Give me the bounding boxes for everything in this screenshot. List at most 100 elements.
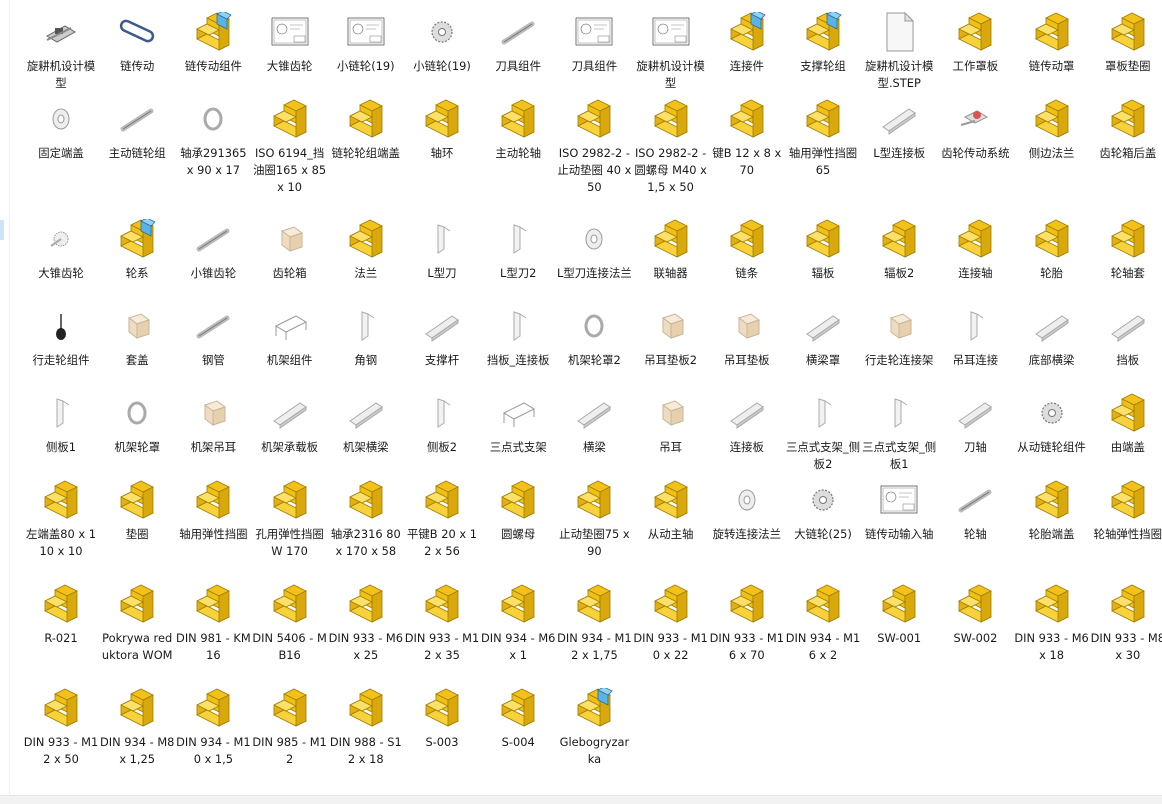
file-label: DIN 933 - M6 x 25 <box>328 631 404 662</box>
part-icon <box>422 480 462 520</box>
part-icon <box>879 219 919 259</box>
part-icon <box>1108 99 1148 139</box>
file-label: 孔用弹性挡圈W 170 <box>255 527 324 558</box>
file-label: 刀轴 <box>963 440 987 454</box>
file-label: 从动主轴 <box>647 527 694 541</box>
disc-thumbnail-icon <box>727 480 767 520</box>
file-label: 三点式支架_侧板2 <box>785 440 861 471</box>
plate-thumbnail-icon <box>727 393 767 433</box>
part-icon <box>651 480 691 520</box>
part-icon <box>651 219 691 259</box>
file-label: R-021 <box>44 631 78 645</box>
file-label: L型刀 <box>427 266 457 280</box>
file-icon <box>879 12 919 52</box>
part-icon <box>498 584 538 624</box>
file-label: 挡板 <box>1116 353 1140 367</box>
part-icon <box>117 584 157 624</box>
part-icon <box>193 480 233 520</box>
file-label: Pokrywa reduktora WOM <box>101 631 173 662</box>
disc-thumbnail-icon <box>574 219 614 259</box>
file-label: 轴承291365 x 90 x 17 <box>180 146 247 177</box>
file-label: 侧板2 <box>426 440 458 454</box>
file-label: 侧边法兰 <box>1028 146 1075 160</box>
file-label: 小锥齿轮 <box>190 266 237 280</box>
file-label: L型刀连接法兰 <box>557 266 632 280</box>
part-icon <box>422 688 462 728</box>
part-icon <box>651 584 691 624</box>
file-label: Glebogryzarka <box>559 735 630 766</box>
part-icon <box>422 99 462 139</box>
shaft-thumbnail-icon <box>117 99 157 139</box>
file-label: 角钢 <box>354 353 378 367</box>
file-label: 止动垫圈75 x 90 <box>559 527 630 558</box>
plate-thumbnail-icon <box>574 393 614 433</box>
part-icon <box>346 99 386 139</box>
blade-thumbnail-icon <box>346 306 386 346</box>
sprocket-thumbnail-icon <box>803 480 843 520</box>
gearbox-thumbnail-icon <box>955 99 995 139</box>
plate-thumbnail-icon <box>879 99 919 139</box>
plate-thumbnail-icon <box>955 393 995 433</box>
box-thumbnail-icon <box>879 306 919 346</box>
file-label: 横梁罩 <box>805 353 841 367</box>
part-icon <box>346 584 386 624</box>
part-icon <box>41 688 81 728</box>
part-icon <box>1108 12 1148 52</box>
blade-thumbnail-icon <box>879 393 919 433</box>
file-label: SW-002 <box>953 631 998 645</box>
part-icon <box>955 584 995 624</box>
file-label: DIN 933 - M12 x 35 <box>404 631 480 662</box>
shaft-thumbnail-icon <box>498 12 538 52</box>
file-label: 大锥齿轮 <box>266 59 313 73</box>
blade-thumbnail-icon <box>498 306 538 346</box>
file-label: 平键B 20 x 12 x 56 <box>407 527 477 558</box>
file-label: 法兰 <box>354 266 378 280</box>
part-icon <box>270 99 310 139</box>
part-icon <box>270 688 310 728</box>
file-label: 吊耳 <box>659 440 682 454</box>
file-label: 连接轴 <box>958 266 993 280</box>
ring-thumbnail-icon <box>117 393 157 433</box>
blade-thumbnail-icon <box>803 393 843 433</box>
chain-thumbnail-icon <box>117 12 157 52</box>
plate-thumbnail-icon <box>1108 306 1148 346</box>
file-label: 机架承载板 <box>261 440 319 454</box>
file-label: S-003 <box>425 735 459 749</box>
file-label: DIN 933 - M6 x 18 <box>1014 631 1089 662</box>
disc-thumbnail-icon <box>41 99 81 139</box>
file-label: DIN 5406 - MB16 <box>252 631 327 662</box>
file-label: DIN 933 - M12 x 50 <box>23 735 99 766</box>
file-label: 刀具组件 <box>571 59 618 73</box>
drawing-thumbnail-icon <box>270 12 310 52</box>
file-label: 轮胎端盖 <box>1028 527 1075 541</box>
file-label: 钢管 <box>201 353 225 367</box>
file-label: 主动链轮组 <box>108 146 166 160</box>
box-thumbnail-icon <box>727 306 767 346</box>
plate-thumbnail-icon <box>346 393 386 433</box>
file-label: L型连接板 <box>873 146 926 160</box>
file-label: DIN 934 - M8 x 1,25 <box>99 735 175 766</box>
blade-thumbnail-icon <box>422 219 462 259</box>
assembly-icon <box>803 12 843 52</box>
frame-thumbnail-icon <box>498 393 538 433</box>
file-label: 链条 <box>735 266 759 280</box>
file-label: 机架轮罩2 <box>567 353 621 367</box>
file-label: 连接板 <box>729 440 764 454</box>
part-icon <box>1032 219 1072 259</box>
file-label: 轮轴 <box>963 527 987 541</box>
ring-thumbnail-icon <box>574 306 614 346</box>
file-label: 轴承2316 80 x 170 x 58 <box>330 527 401 558</box>
part-icon <box>498 688 538 728</box>
part-icon <box>41 480 81 520</box>
file-label: 键B 12 x 8 x 70 <box>712 146 782 177</box>
assembly-thumbnail-icon <box>41 12 81 52</box>
part-icon <box>955 219 995 259</box>
file-grid: 旋耕机设计模型 链传动 链传动组件 大锥齿轮 小链轮(19) 小链轮(19) 刀具组件… <box>0 0 1162 795</box>
file-label: 机架横梁 <box>343 440 389 454</box>
file-label: 大锥齿轮 <box>38 266 84 280</box>
file-label: 垫圈 <box>125 527 149 541</box>
part-icon <box>498 480 538 520</box>
file-label: ISO 2982-2 -圆螺母 M40 x 1,5 x 50 <box>634 146 707 194</box>
part-icon <box>1032 99 1072 139</box>
file-label: 轮胎 <box>1040 266 1063 280</box>
